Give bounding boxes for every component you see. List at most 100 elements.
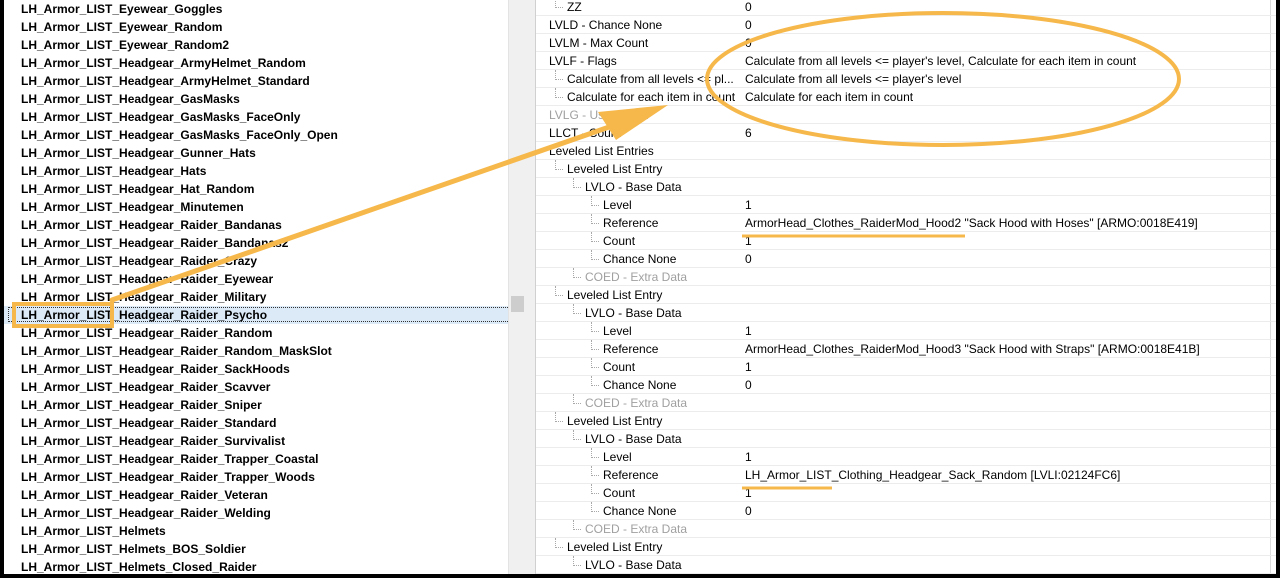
- list-item[interactable]: LH_Armor_LIST_Headgear_Raider_Military: [4, 288, 508, 306]
- tree-row[interactable]: COED - Extra Data: [536, 394, 1276, 412]
- tree-row[interactable]: COED - Extra Data: [536, 268, 1276, 286]
- list-item[interactable]: LH_Armor_LIST_Headgear_Raider_Trapper_Co…: [4, 450, 508, 468]
- list-item-label: LH_Armor_LIST_Headgear_Minutemen: [21, 200, 244, 214]
- tree-row[interactable]: LVLO - Base Data: [536, 178, 1276, 196]
- list-item[interactable]: LH_Armor_LIST_Headgear_Raider_Random_Mas…: [4, 342, 508, 360]
- list-item[interactable]: LH_Armor_LIST_Headgear_Raider_Eyewear: [4, 270, 508, 288]
- tree-row-key: LVLO - Base Data: [585, 306, 682, 320]
- list-item-label: LH_Armor_LIST_Headgear_Gunner_Hats: [21, 146, 256, 160]
- list-item[interactable]: LH_Armor_LIST_Headgear_ArmyHelmet_Standa…: [4, 72, 508, 90]
- tree-connector: [555, 421, 563, 422]
- list-item[interactable]: LH_Armor_LIST_Headgear_Raider_Trapper_Wo…: [4, 468, 508, 486]
- tree-connector: [573, 304, 574, 314]
- list-item-label: LH_Armor_LIST_Headgear_ArmyHelmet_Standa…: [21, 74, 310, 88]
- tree-row[interactable]: COED - Extra Data: [536, 520, 1276, 538]
- tree-row[interactable]: Leveled List Entry: [536, 412, 1276, 430]
- tree-row[interactable]: Reference ArmorHead_Clothes_RaiderMod_Hoo…: [536, 340, 1276, 358]
- record-view-scrollbar[interactable]: [525, 0, 536, 574]
- tree-connector: [591, 385, 599, 386]
- list-item[interactable]: LH_Armor_LIST_Headgear_Raider_Sniper: [4, 396, 508, 414]
- list-item-label: LH_Armor_LIST_Helmets_BOS_Soldier: [21, 542, 246, 556]
- list-item[interactable]: LH_Armor_LIST_Headgear_Raider_Standard: [4, 414, 508, 432]
- list-item[interactable]: LH_Armor_LIST_Eyewear_Random: [4, 18, 508, 36]
- tree-row[interactable]: LVLF - Flags Calculate from all levels <=…: [536, 52, 1276, 70]
- tree-row[interactable]: Leveled List Entry: [536, 538, 1276, 556]
- tree-row[interactable]: Level 1: [536, 196, 1276, 214]
- list-item[interactable]: LH_Armor_LIST_Headgear_Raider_Scavver: [4, 378, 508, 396]
- tree-row[interactable]: Chance None 0: [536, 376, 1276, 394]
- list-item[interactable]: LH_Armor_LIST_Headgear_GasMasks_FaceOnly: [4, 108, 508, 126]
- list-item[interactable]: LH_Armor_LIST_Headgear_Raider_Welding: [4, 504, 508, 522]
- tree-row[interactable]: LVLM - Max Count 0: [536, 34, 1276, 52]
- tree-row-value: 1: [745, 486, 752, 500]
- list-item[interactable]: LH_Armor_LIST_Headgear_Raider_SackHoods: [4, 360, 508, 378]
- list-item[interactable]: LH_Armor_LIST_Headgear_GasMasks: [4, 90, 508, 108]
- tree-connector: [555, 160, 556, 170]
- list-item[interactable]: LH_Armor_LIST_Headgear_Gunner_Hats: [4, 144, 508, 162]
- record-list-scrollbar[interactable]: [508, 0, 525, 574]
- tree-row[interactable]: LVLO - Base Data: [536, 304, 1276, 322]
- tree-row[interactable]: ZZ 0: [536, 0, 1276, 16]
- tree-connector: [591, 493, 599, 494]
- list-item-label: LH_Armor_LIST_Headgear_Raider_Bandanas: [21, 218, 282, 232]
- tree-row[interactable]: LLCT - Count 6: [536, 124, 1276, 142]
- list-item[interactable]: LH_Armor_LIST_Headgear_Raider_Survivalis…: [4, 432, 508, 450]
- list-item[interactable]: LH_Armor_LIST_Headgear_Raider_Veteran: [4, 486, 508, 504]
- tree-row-key: Count: [603, 234, 636, 248]
- tree-row[interactable]: LVLG - Use Global: [536, 106, 1276, 124]
- tree-row[interactable]: Level 1: [536, 322, 1276, 340]
- tree-row[interactable]: LVLO - Base Data: [536, 430, 1276, 448]
- list-item[interactable]: LH_Armor_LIST_Helmets_BOS_Soldier: [4, 540, 508, 558]
- tree-row-value: Calculate for each item in count: [745, 90, 914, 104]
- tree-row[interactable]: Leveled List Entry: [536, 286, 1276, 304]
- record-list-scroll-thumb[interactable]: [511, 296, 524, 312]
- list-item[interactable]: LH_Armor_LIST_Headgear_Raider_Random: [4, 324, 508, 342]
- list-item[interactable]: LH_Armor_LIST_Headgear_Raider_Crazy: [4, 252, 508, 270]
- tree-row-key: Leveled List Entry: [567, 162, 663, 176]
- tree-row[interactable]: Count 1: [536, 484, 1276, 502]
- list-item-label: LH_Armor_LIST_Headgear_Raider_Random: [21, 326, 273, 340]
- list-item-label: LH_Armor_LIST_Headgear_GasMasks_FaceOnly: [21, 110, 301, 124]
- tree-row[interactable]: Reference ArmorHead_Clothes_RaiderMod_Hoo…: [536, 214, 1276, 232]
- list-item[interactable]: LH_Armor_LIST_Headgear_GasMasks_FaceOnly…: [4, 126, 508, 144]
- list-item-label: LH_Armor_LIST_Headgear_ArmyHelmet_Random: [21, 56, 306, 70]
- list-item[interactable]: LH_Armor_LIST_Headgear_Minutemen: [4, 198, 508, 216]
- tree-row[interactable]: Calculate from all levels <= pl... Calcul…: [536, 70, 1276, 88]
- list-item-label: LH_Armor_LIST_Eyewear_Random: [21, 20, 223, 34]
- list-item[interactable]: LH_Armor_LIST_Headgear_Raider_Psycho: [4, 306, 508, 324]
- tree-row-value: LH_Armor_LIST_Clothing_Headgear_Sack_Ran…: [745, 468, 1121, 482]
- tree-row[interactable]: Leveled List Entries: [536, 142, 1276, 160]
- tree-row[interactable]: Count 1: [536, 358, 1276, 376]
- list-item[interactable]: LH_Armor_LIST_Headgear_ArmyHelmet_Random: [4, 54, 508, 72]
- list-item[interactable]: LH_Armor_LIST_Headgear_Raider_Bandanas: [4, 216, 508, 234]
- list-item-label: LH_Armor_LIST_Headgear_Raider_Sniper: [21, 398, 262, 412]
- tree-connector: [573, 313, 581, 314]
- tree-row-key: LLCT - Count: [549, 126, 621, 140]
- tree-row[interactable]: Calculate for each item in count Calculat…: [536, 88, 1276, 106]
- tree-row[interactable]: Count 1: [536, 232, 1276, 250]
- tree-row-key: Leveled List Entries: [549, 144, 654, 158]
- list-item[interactable]: LH_Armor_LIST_Eyewear_Random2: [4, 36, 508, 54]
- tree-connector: [555, 169, 563, 170]
- tree-row[interactable]: Leveled List Entry: [536, 160, 1276, 178]
- tree-row[interactable]: Chance None 0: [536, 502, 1276, 520]
- list-item-label: LH_Armor_LIST_Headgear_Raider_Standard: [21, 416, 277, 430]
- tree-row-key: Reference: [603, 216, 659, 230]
- tree-row[interactable]: Level 1: [536, 448, 1276, 466]
- tree-connector: [555, 295, 563, 296]
- list-item-label: LH_Armor_LIST_Headgear_Raider_SackHoods: [21, 362, 290, 376]
- list-item[interactable]: LH_Armor_LIST_Helmets_Closed_Raider: [4, 558, 508, 574]
- list-item[interactable]: LH_Armor_LIST_Headgear_Raider_Bandanas2: [4, 234, 508, 252]
- tree-row[interactable]: LVLD - Chance None 0: [536, 16, 1276, 34]
- list-item[interactable]: LH_Armor_LIST_Eyewear_Goggles: [4, 0, 508, 18]
- tree-row[interactable]: Chance None 0: [536, 250, 1276, 268]
- list-item[interactable]: LH_Armor_LIST_Helmets: [4, 522, 508, 540]
- tree-row[interactable]: LVLO - Base Data: [536, 556, 1276, 574]
- tree-row-value: 1: [745, 450, 752, 464]
- tree-row[interactable]: Reference LH_Armor_LIST_Clothing_Headgear…: [536, 466, 1276, 484]
- tree-connector: [555, 79, 563, 80]
- list-item[interactable]: LH_Armor_LIST_Headgear_Hats: [4, 162, 508, 180]
- tree-connector: [591, 484, 592, 494]
- tree-connector: [555, 88, 556, 98]
- list-item[interactable]: LH_Armor_LIST_Headgear_Hat_Random: [4, 180, 508, 198]
